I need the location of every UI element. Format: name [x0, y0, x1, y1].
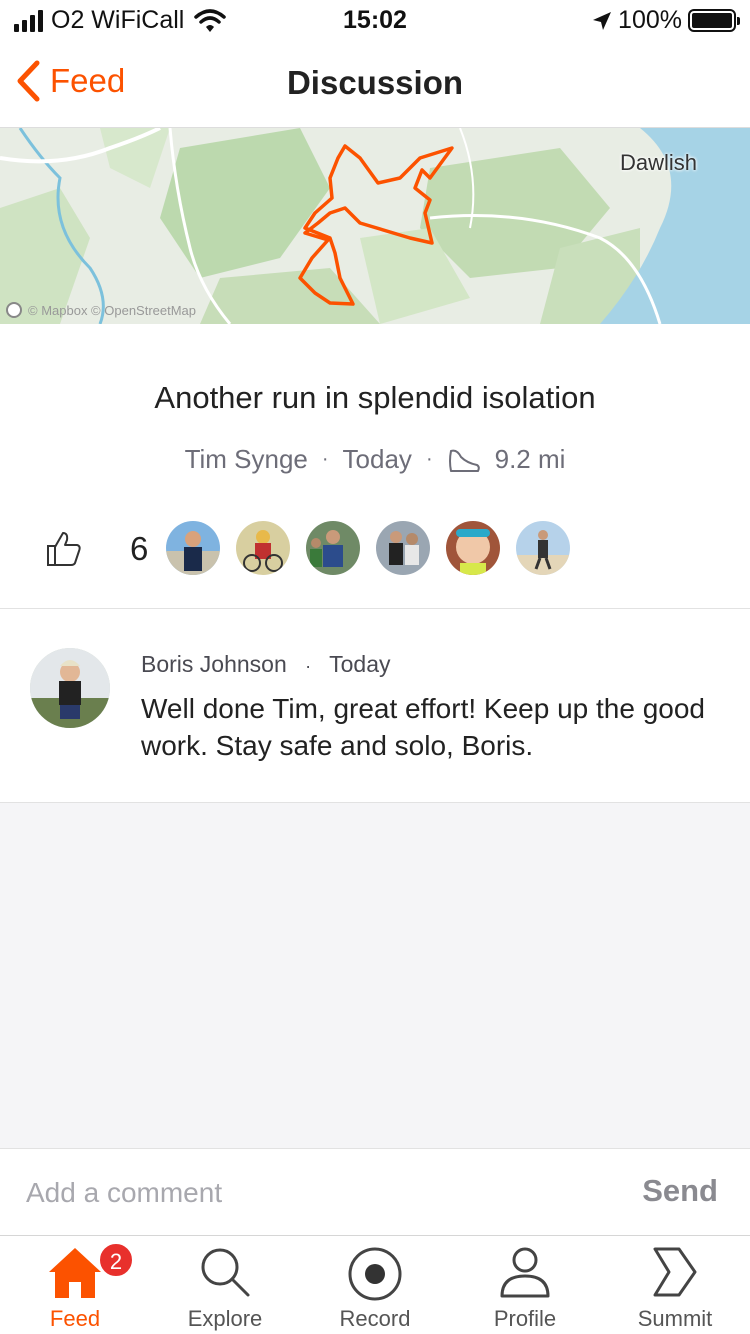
- tab-profile[interactable]: Profile: [450, 1236, 600, 1334]
- tab-label: Feed: [49, 1306, 101, 1331]
- tab-label: Summit: [637, 1306, 713, 1331]
- navigation-bar: Feed Discussion: [0, 40, 750, 128]
- comment-composer: Send: [0, 1148, 750, 1235]
- summit-icon: [653, 1247, 697, 1297]
- thumbs-up-icon[interactable]: [46, 530, 82, 568]
- map-place-label: Dawlish: [620, 150, 698, 175]
- activity-title: Another run in splendid isolation: [154, 380, 596, 415]
- tab-record[interactable]: Record: [300, 1236, 450, 1334]
- search-icon: [201, 1248, 250, 1297]
- kudos-count[interactable]: 6: [130, 530, 148, 568]
- divider: [0, 608, 750, 609]
- activity-meta: Tim Synge · Today · 9.2 mi: [184, 444, 566, 475]
- location-arrow-icon: [593, 11, 612, 30]
- shoe-icon: [448, 449, 480, 472]
- home-icon: [49, 1248, 101, 1298]
- notification-badge: 2: [98, 1242, 134, 1278]
- avatar[interactable]: [166, 521, 220, 575]
- send-button[interactable]: Send: [642, 1173, 718, 1209]
- avatar[interactable]: [30, 648, 110, 728]
- page-title: Discussion: [286, 64, 464, 101]
- kudos-row: 6: [0, 520, 750, 578]
- status-bar: O2 WiFiCall 15:02 100%: [0, 0, 750, 40]
- tab-bar: 2 Feed Explore Record Profile Summit: [0, 1235, 750, 1334]
- activity-distance: 9.2 mi: [494, 444, 566, 474]
- comment-author[interactable]: Boris Johnson: [141, 651, 287, 677]
- battery-percent: 100%: [618, 6, 682, 34]
- comment-text: Well done Tim, great effort! Keep up the…: [141, 693, 705, 761]
- avatar[interactable]: [306, 521, 360, 575]
- comment-header: Boris Johnson · Today: [141, 651, 391, 677]
- kudos-avatars[interactable]: [166, 521, 570, 575]
- tab-label: Explore: [187, 1306, 263, 1331]
- tab-feed[interactable]: 2 Feed: [0, 1236, 150, 1334]
- activity-date: Today: [342, 444, 412, 474]
- record-icon: [348, 1247, 402, 1301]
- map-attribution: © Mapbox © OpenStreetMap: [6, 302, 196, 318]
- tab-label: Profile: [493, 1306, 557, 1331]
- tab-label: Record: [339, 1306, 411, 1331]
- profile-icon: [500, 1247, 550, 1298]
- avatar[interactable]: [516, 521, 570, 575]
- avatar[interactable]: [446, 521, 500, 575]
- athlete-name[interactable]: Tim Synge: [185, 444, 308, 475]
- tab-summit[interactable]: Summit: [600, 1236, 750, 1334]
- battery-icon: [688, 9, 740, 32]
- comment-input[interactable]: [26, 1171, 586, 1215]
- mapbox-logo-icon: [6, 302, 22, 318]
- avatar[interactable]: [236, 521, 290, 575]
- avatar[interactable]: [376, 521, 430, 575]
- route-map[interactable]: Dawlish © Mapbox © OpenStreetMap: [0, 128, 750, 324]
- map-attribution-text: © Mapbox © OpenStreetMap: [28, 302, 197, 318]
- comments-empty-area: [0, 802, 750, 1148]
- comment-time: Today: [329, 651, 391, 677]
- tab-explore[interactable]: Explore: [150, 1236, 300, 1334]
